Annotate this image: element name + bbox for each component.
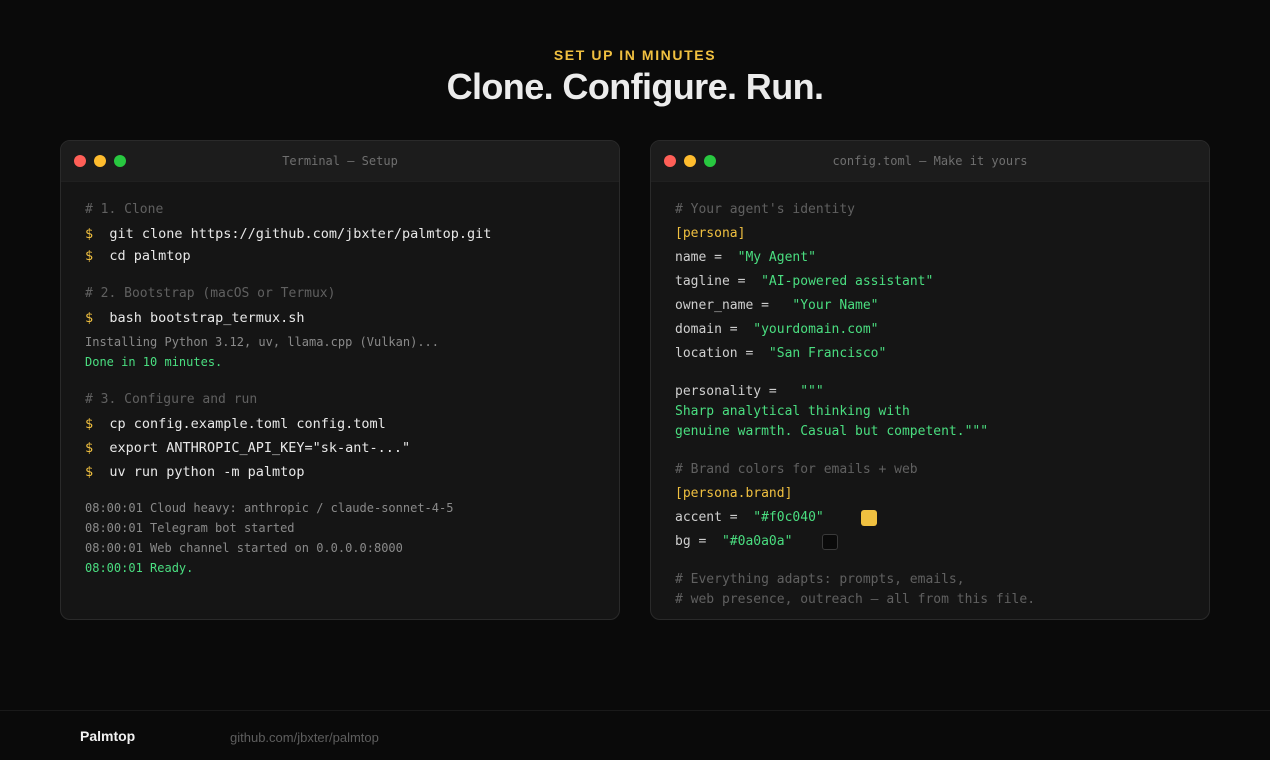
command-text: export ANTHROPIC_API_KEY="sk-ant-..." xyxy=(109,440,411,456)
field-bg: bg = "#0a0a0a" xyxy=(675,533,792,551)
prompt-symbol: $ xyxy=(85,310,94,326)
footer-divider xyxy=(0,710,1270,711)
config-window: config.toml — Make it yours # Your agent… xyxy=(650,140,1210,620)
config-title: config.toml — Make it yours xyxy=(832,154,1028,168)
field-key: domain = xyxy=(675,322,746,337)
command-line: $ cp config.example.toml config.toml xyxy=(85,415,386,433)
log-line: 08:00:01 Cloud heavy: anthropic / claude… xyxy=(85,501,454,515)
accent-color-swatch xyxy=(861,510,877,526)
config-titlebar: config.toml — Make it yours xyxy=(651,141,1209,182)
field-value: "San Francisco" xyxy=(768,346,887,361)
terminal-titlebar: Terminal — Setup xyxy=(61,141,619,182)
field-value: """ xyxy=(800,384,824,399)
output-line: Installing Python 3.12, uv, llama.cpp (V… xyxy=(85,335,440,349)
personality-text: Sharp analytical thinking with xyxy=(675,404,910,419)
prompt-symbol: $ xyxy=(85,440,94,456)
command-text: uv run python -m palmtop xyxy=(109,464,305,480)
terminal-body: # 1. Clone $ git clone https://github.co… xyxy=(61,182,619,619)
comment-identity: # Your agent's identity xyxy=(675,202,856,217)
field-location: location = "San Francisco" xyxy=(675,345,886,363)
field-personality: personality = """ xyxy=(675,383,824,401)
comment-adapts: # Everything adapts: prompts, emails, xyxy=(675,572,965,587)
field-value: "My Agent" xyxy=(737,250,816,265)
field-value: "#0a0a0a" xyxy=(721,534,793,549)
field-key: name = xyxy=(675,250,730,265)
field-tagline: tagline = "AI-powered assistant" xyxy=(675,273,933,291)
section-eyebrow: SET UP IN MINUTES xyxy=(553,47,717,63)
comment-configure: # 3. Configure and run xyxy=(85,392,258,407)
field-domain: domain = "yourdomain.com" xyxy=(675,321,879,339)
comment-bootstrap: # 2. Bootstrap (macOS or Termux) xyxy=(85,286,336,301)
field-accent: accent = "#f0c040" xyxy=(675,509,824,527)
command-text: git clone https://github.com/jbxter/palm… xyxy=(109,226,492,242)
comment-clone: # 1. Clone xyxy=(85,202,164,217)
command-line: $ bash bootstrap_termux.sh xyxy=(85,309,304,327)
bg-color-swatch xyxy=(822,534,838,550)
field-key: tagline = xyxy=(675,274,754,289)
section-persona-brand: [persona.brand] xyxy=(675,486,793,501)
field-value: "#f0c040" xyxy=(753,510,824,525)
field-key: accent = xyxy=(675,510,746,525)
field-key: personality = xyxy=(675,384,785,399)
field-value: "AI-powered assistant" xyxy=(761,274,934,289)
command-line: $ export ANTHROPIC_API_KEY="sk-ant-..." xyxy=(85,439,410,457)
prompt-symbol: $ xyxy=(85,226,94,242)
field-value: "Your Name" xyxy=(792,298,879,313)
command-text: cd palmtop xyxy=(109,248,191,264)
command-text: cp config.example.toml config.toml xyxy=(109,416,386,432)
section-title: Clone. Configure. Run. xyxy=(446,66,824,107)
terminal-title: Terminal — Setup xyxy=(282,154,398,168)
command-text: bash bootstrap_termux.sh xyxy=(109,310,305,326)
field-value: "yourdomain.com" xyxy=(753,322,879,337)
command-line: $ git clone https://github.com/jbxter/pa… xyxy=(85,225,491,243)
command-line: $ uv run python -m palmtop xyxy=(85,463,304,481)
command-line: $ cd palmtop xyxy=(85,247,191,265)
personality-text: genuine warmth. Casual but competent.""" xyxy=(675,424,989,439)
field-key: bg = xyxy=(675,534,715,549)
section-persona: [persona] xyxy=(675,226,746,241)
prompt-symbol: $ xyxy=(85,464,94,480)
field-name: name = "My Agent" xyxy=(675,249,816,267)
comment-adapts: # web presence, outreach — all from this… xyxy=(675,592,1036,607)
prompt-symbol: $ xyxy=(85,416,94,432)
field-owner-name: owner_name = "Your Name" xyxy=(675,297,879,315)
prompt-symbol: $ xyxy=(85,248,94,264)
comment-brand: # Brand colors for emails + web xyxy=(675,462,918,477)
field-key: owner_name = xyxy=(675,298,777,313)
footer-brand[interactable]: Palmtop xyxy=(80,728,135,744)
config-body: # Your agent's identity [persona] name =… xyxy=(651,182,1209,619)
terminal-window: Terminal — Setup # 1. Clone $ git clone … xyxy=(60,140,620,620)
log-line: 08:00:01 Telegram bot started xyxy=(85,521,295,535)
log-line: 08:00:01 Web channel started on 0.0.0.0:… xyxy=(85,541,403,555)
output-success: Done in 10 minutes. xyxy=(85,355,223,369)
field-key: location = xyxy=(675,346,762,361)
footer-repo-link[interactable]: github.com/jbxter/palmtop xyxy=(230,730,379,745)
log-line-ready: 08:00:01 Ready. xyxy=(85,561,194,575)
